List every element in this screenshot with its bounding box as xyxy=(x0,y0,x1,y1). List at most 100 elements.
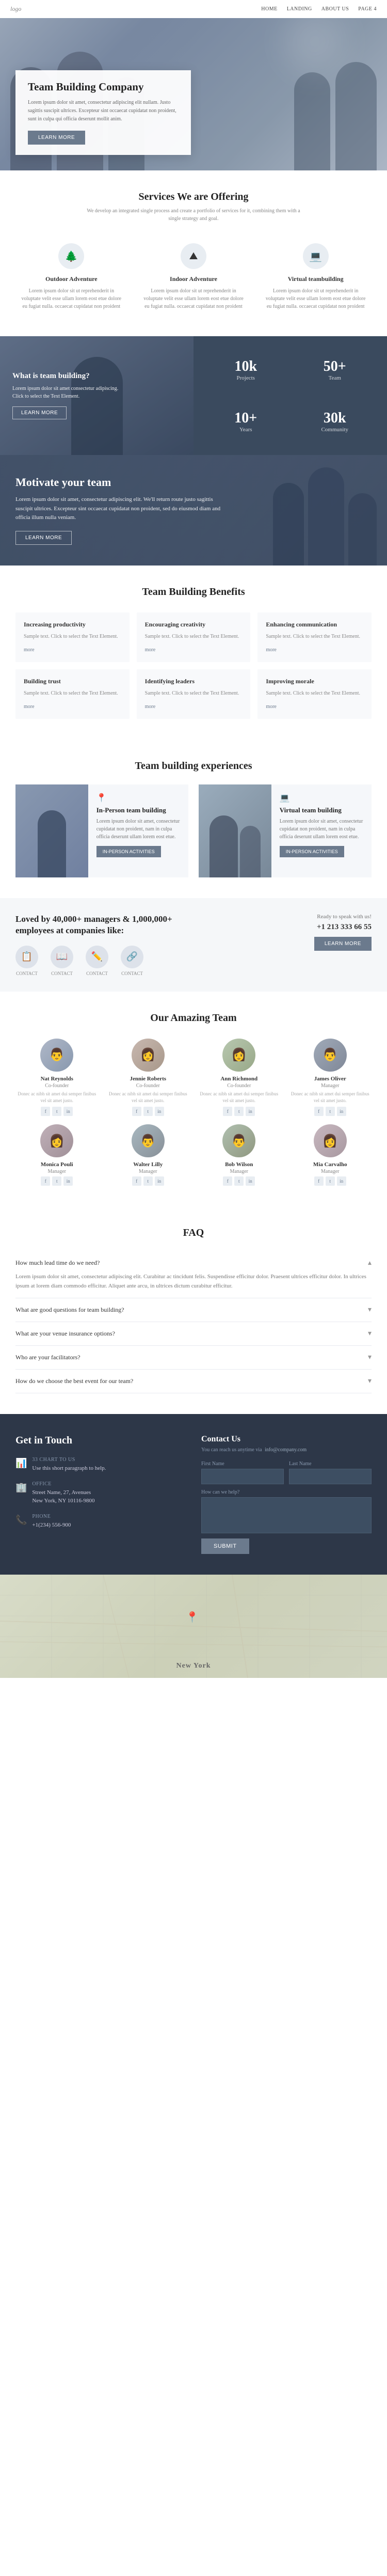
stat-years-label: Years xyxy=(204,427,288,433)
exp-inperson-button[interactable]: In-Person Activities xyxy=(96,846,161,857)
motivate-button[interactable]: learn more xyxy=(15,531,72,545)
faq-chevron-0: ▾ xyxy=(368,1259,372,1267)
social-fb-5[interactable]: f xyxy=(132,1176,141,1186)
team-socials-3: f t in xyxy=(289,1107,372,1116)
benefit-3-link[interactable]: more xyxy=(24,704,35,710)
exp-virtual-button[interactable]: In-Person Activities xyxy=(280,846,344,857)
submit-button[interactable]: Submit xyxy=(201,1538,249,1554)
social-in-4[interactable]: in xyxy=(63,1176,73,1186)
loved-icon-3: 🔗 CONTACT xyxy=(121,946,143,976)
social-fb-2[interactable]: f xyxy=(223,1107,232,1116)
stat-years: 10+ Years xyxy=(204,410,288,433)
social-in-0[interactable]: in xyxy=(63,1107,73,1116)
benefit-2-link[interactable]: more xyxy=(266,647,277,653)
social-tw-6[interactable]: t xyxy=(234,1176,244,1186)
social-tw-3[interactable]: t xyxy=(326,1107,335,1116)
nav-landing[interactable]: LANDING xyxy=(287,6,312,12)
nav-about[interactable]: ABOUT US xyxy=(321,6,349,12)
contact-email-link[interactable]: info@company.com xyxy=(265,1447,307,1453)
social-fb-3[interactable]: f xyxy=(314,1107,324,1116)
service-indoor: ⛰ Indoor Adventure Lorem ipsum dolor sit… xyxy=(138,238,250,316)
benefit-morale: Improving morale Sample text. Click to s… xyxy=(257,669,372,719)
loved-by-button[interactable]: learn more xyxy=(314,937,372,951)
social-fb-0[interactable]: f xyxy=(41,1107,50,1116)
benefit-3-text: Sample text. Click to select the Text El… xyxy=(24,689,121,697)
faq-item-0[interactable]: How much lead time do we need? ▾ Lorem i… xyxy=(15,1251,372,1298)
social-tw-1[interactable]: t xyxy=(143,1107,153,1116)
faq-title: FAQ xyxy=(15,1227,372,1239)
stat-projects-number: 10k xyxy=(204,358,288,375)
stat-projects-label: Projects xyxy=(204,375,288,381)
first-name-input[interactable] xyxy=(201,1469,284,1484)
social-in-3[interactable]: in xyxy=(337,1107,346,1116)
loved-by-left: Loved by 40,000+ managers & 1,000,000+ e… xyxy=(15,914,196,976)
team-member-0: 👨 Nat Reynolds Co-founder Donec ac nibh … xyxy=(15,1039,99,1116)
social-fb-1[interactable]: f xyxy=(132,1107,141,1116)
last-name-field: Last Name xyxy=(289,1461,372,1484)
social-tw-2[interactable]: t xyxy=(234,1107,244,1116)
phone-number: +1(234) 556-900 xyxy=(32,1521,71,1530)
social-in-1[interactable]: in xyxy=(155,1107,164,1116)
team-socials-0: f t in xyxy=(15,1107,99,1116)
social-tw-7[interactable]: t xyxy=(326,1176,335,1186)
team-avatar-7: 👩 xyxy=(314,1124,347,1157)
benefit-5-link[interactable]: more xyxy=(266,704,277,710)
faq-item-4[interactable]: How do we choose the best event for our … xyxy=(15,1370,372,1393)
faq-chevron-4: ▾ xyxy=(368,1377,372,1386)
social-tw-5[interactable]: t xyxy=(143,1176,153,1186)
exp-inperson-title: In-Person team building xyxy=(96,806,180,814)
team-name-6: Bob Wilson xyxy=(198,1161,281,1168)
social-tw-4[interactable]: t xyxy=(52,1176,61,1186)
social-in-5[interactable]: in xyxy=(155,1176,164,1186)
last-name-input[interactable] xyxy=(289,1469,372,1484)
map-pin: 📍 xyxy=(186,1611,199,1624)
social-fb-4[interactable]: f xyxy=(41,1176,50,1186)
faq-answer-0: Lorem ipsum dolor sit amet, consectetur … xyxy=(15,1273,372,1291)
team-member-1: 👩 Jennie Roberts Co-founder Donec ac nib… xyxy=(107,1039,190,1116)
nav-page4[interactable]: PAGE 4 xyxy=(358,6,377,12)
message-input[interactable] xyxy=(201,1497,372,1533)
social-fb-7[interactable]: f xyxy=(314,1176,324,1186)
office-icon: 🏢 xyxy=(15,1482,27,1493)
form-name-row: First Name Last Name xyxy=(201,1461,372,1484)
loved-icon-0-circle: 📋 xyxy=(15,946,38,968)
faq-item-1[interactable]: What are good questions for team buildin… xyxy=(15,1298,372,1322)
contact-form-subtitle: You can reach us anytime via info@compan… xyxy=(201,1447,372,1453)
team-name-1: Jennie Roberts xyxy=(107,1076,190,1082)
what-is-button[interactable]: learn more xyxy=(12,406,67,419)
team-avatar-1: 👩 xyxy=(132,1039,165,1072)
what-is-content: What is team building? Lorem ipsum dolor… xyxy=(12,372,126,419)
loved-by-inner: Loved by 40,000+ managers & 1,000,000+ e… xyxy=(15,914,372,976)
team-member-6: 👨 Bob Wilson Manager f t in xyxy=(198,1124,281,1186)
team-role-4: Manager xyxy=(15,1169,99,1174)
team-role-3: Manager xyxy=(289,1083,372,1089)
chart-desc: Use this short paragraph to help. xyxy=(32,1464,106,1473)
what-is-section: What is team building? Lorem ipsum dolor… xyxy=(0,336,387,455)
social-fb-6[interactable]: f xyxy=(223,1176,232,1186)
nav-home[interactable]: HOME xyxy=(261,6,277,12)
message-label: How can we help? xyxy=(201,1489,372,1495)
social-tw-0[interactable]: t xyxy=(52,1107,61,1116)
contact-section: Get in Touch 📊 33 CHART TO US Use this s… xyxy=(0,1414,387,1575)
indoor-name: Indoor Adventure xyxy=(143,275,245,283)
contact-office: 🏢 OFFICE Street Name, 27, Avenues New Yo… xyxy=(15,1481,186,1505)
hero-cta-button[interactable]: learn more xyxy=(28,131,85,145)
what-is-desc: Lorem ipsum dolor sit amet consectetur a… xyxy=(12,385,126,400)
exp-virtual-desc: Lorem ipsum dolor sit amet, consectetur … xyxy=(280,818,363,841)
benefit-1-link[interactable]: more xyxy=(145,647,156,653)
social-in-6[interactable]: in xyxy=(246,1176,255,1186)
map-label: New York xyxy=(176,1662,211,1670)
motivate-section: Motivate your team Lorem ipsum dolor sit… xyxy=(0,455,387,566)
stat-projects: 10k Projects xyxy=(204,358,288,381)
benefit-0-link[interactable]: more xyxy=(24,647,35,653)
social-in-2[interactable]: in xyxy=(246,1107,255,1116)
exp-virtual-title: Virtual team building xyxy=(280,806,363,814)
nav-links: HOME LANDING ABOUT US PAGE 4 xyxy=(261,6,377,12)
faq-item-3[interactable]: Who are your facilitators? ▾ xyxy=(15,1346,372,1370)
faq-list: How much lead time do we need? ▾ Lorem i… xyxy=(15,1251,372,1393)
stat-community: 30k Community xyxy=(293,410,377,433)
faq-item-2[interactable]: What are your venue insurance options? ▾ xyxy=(15,1322,372,1346)
social-in-7[interactable]: in xyxy=(337,1176,346,1186)
benefit-4-link[interactable]: more xyxy=(145,704,156,710)
benefit-5-title: Improving morale xyxy=(266,678,363,685)
